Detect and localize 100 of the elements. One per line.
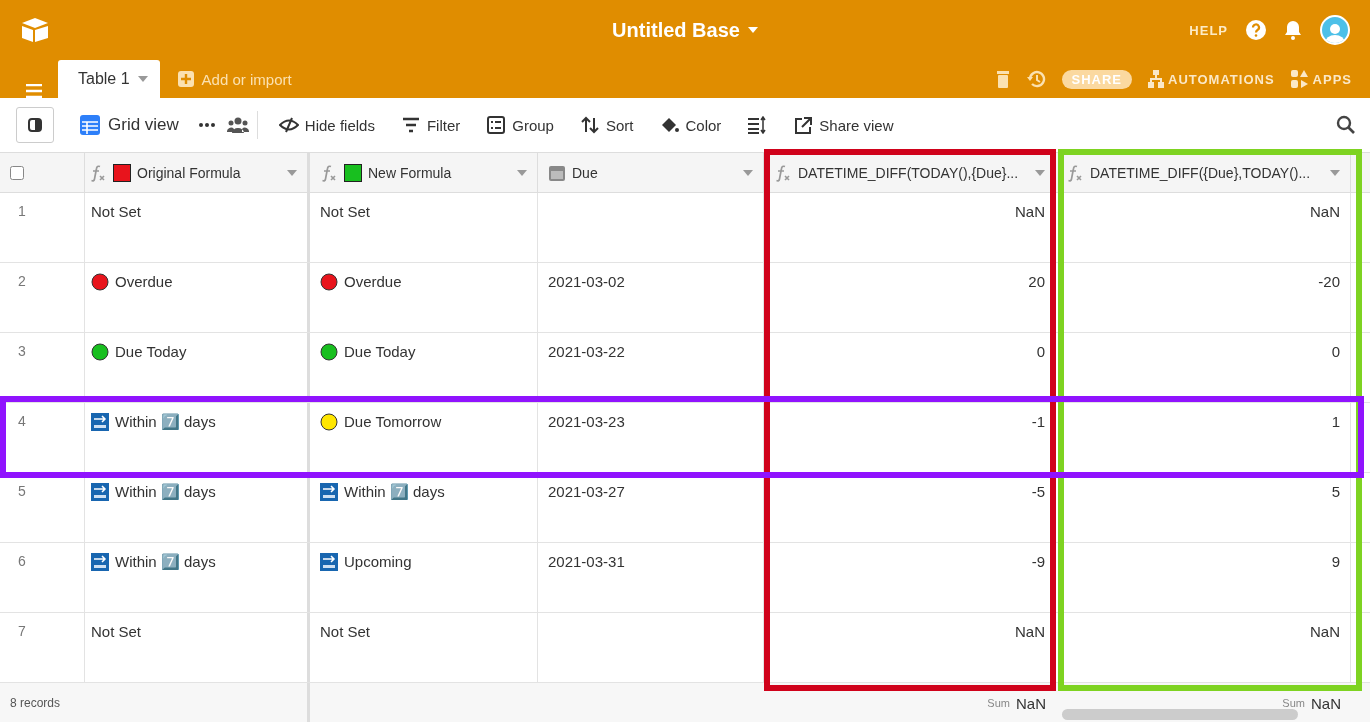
row-height-icon: [747, 116, 768, 134]
formula-icon: [89, 163, 107, 182]
list-icon: [486, 116, 507, 134]
column-header[interactable]: Due: [538, 153, 764, 192]
date-text: 2021-03-02: [548, 273, 625, 290]
number-text: 0: [1331, 343, 1340, 360]
hide-button[interactable]: Hide fields: [265, 116, 388, 134]
column-header[interactable]: Original Formula: [85, 153, 310, 192]
record-count: 8 records: [10, 696, 61, 710]
status-text: Overdue: [344, 273, 402, 290]
caret-icon: [1330, 169, 1340, 176]
box-logo-icon[interactable]: [20, 17, 50, 43]
status-text: Not Set: [91, 203, 142, 220]
number-text: 5: [1331, 483, 1340, 500]
number-text: -9: [1031, 553, 1045, 570]
status-text: Not Set: [320, 623, 371, 640]
number-text: NaN: [1015, 623, 1045, 640]
caret-icon: [1035, 169, 1045, 176]
external-link-icon: [793, 116, 814, 134]
sum-value: NaN: [1311, 694, 1341, 712]
help-icon[interactable]: [1246, 20, 1266, 40]
number-text: 0: [1036, 343, 1045, 360]
table-tab[interactable]: Table 1: [58, 60, 160, 98]
status-text: Within 7⃣ days: [344, 483, 445, 501]
sum-label: Sum: [1282, 697, 1305, 709]
date-text: 2021-03-27: [548, 483, 625, 500]
row-number: 6: [17, 553, 26, 569]
row-number: 4: [17, 413, 26, 429]
filter-button[interactable]: Filter: [387, 116, 474, 134]
calendar-icon: [548, 163, 566, 182]
status-dot-icon: [91, 343, 109, 361]
apps-shapes-icon: [1290, 70, 1309, 88]
sidebar-icon: [28, 118, 42, 132]
sum-value: NaN: [1016, 694, 1046, 712]
number-text: NaN: [1310, 203, 1340, 220]
number-text: 20: [1028, 273, 1045, 290]
row-number: 5: [17, 483, 26, 499]
formula-icon: [320, 163, 338, 182]
row-number: 7: [17, 623, 26, 639]
hierarchy-icon: [1148, 70, 1164, 88]
status-text: Due Tomorrow: [344, 413, 442, 430]
column-header[interactable]: DATETIME_DIFF(TODAY(),{Due}...: [764, 153, 1056, 192]
share-button[interactable]: Share view: [780, 116, 907, 134]
status-dot-icon: [91, 273, 109, 291]
history-icon[interactable]: [1025, 69, 1046, 89]
number-text: -5: [1031, 483, 1045, 500]
column-header[interactable]: New Formula: [310, 153, 538, 192]
people-icon[interactable]: [226, 117, 249, 133]
caret-icon: [743, 169, 753, 176]
color-button[interactable]: Color: [646, 116, 735, 134]
row-number: 3: [17, 343, 26, 359]
status-text: Within 7⃣ days: [115, 413, 216, 431]
select-all-checkbox[interactable]: [10, 165, 24, 180]
caret-icon: [287, 169, 297, 176]
status-text: Upcoming: [344, 553, 412, 570]
sort-button[interactable]: Sort: [566, 116, 647, 134]
more-dots-icon[interactable]: [198, 123, 215, 127]
row-number: 1: [17, 203, 26, 219]
sort-arrows-icon: [579, 116, 600, 134]
number-text: -1: [1031, 413, 1045, 430]
person-silhouette-icon: [1324, 21, 1346, 43]
status-text: Due Today: [115, 343, 187, 360]
status-text: Not Set: [91, 623, 142, 640]
grid-icon: [80, 115, 100, 135]
group-button[interactable]: Group: [473, 116, 567, 134]
plus-square-icon: [177, 71, 194, 87]
date-text: 2021-03-22: [548, 343, 625, 360]
caret-icon: [747, 27, 758, 33]
status-dot-icon: [320, 413, 338, 431]
number-text: 1: [1331, 413, 1340, 430]
hidden-eye-icon: [278, 116, 299, 134]
status-dot-icon: [320, 273, 338, 291]
number-text: 9: [1331, 553, 1340, 570]
search-icon[interactable]: [1336, 115, 1356, 135]
trash-icon[interactable]: [995, 70, 1010, 88]
number-text: -20: [1318, 273, 1340, 290]
number-text: NaN: [1310, 623, 1340, 640]
bell-icon[interactable]: [1284, 20, 1302, 40]
user-avatar[interactable]: [1320, 15, 1350, 45]
date-text: 2021-03-23: [548, 413, 625, 430]
status-text: Within 7⃣ days: [115, 553, 216, 571]
number-text: NaN: [1015, 203, 1045, 220]
formula-icon: [774, 163, 792, 182]
menu-icon[interactable]: [26, 84, 42, 98]
caret-icon: [517, 169, 527, 176]
date-text: 2021-03-31: [548, 553, 625, 570]
grid-view-button[interactable]: Grid view: [74, 114, 185, 136]
column-header[interactable]: DATETIME_DIFF({Due},TODAY()...: [1056, 153, 1351, 192]
status-text: Due Today: [344, 343, 416, 360]
status-text: Within 7⃣ days: [115, 483, 216, 501]
status-text: Not Set: [320, 203, 371, 220]
formula-icon: [1066, 163, 1084, 182]
caret-icon: [137, 76, 148, 82]
sum-label: Sum: [987, 697, 1010, 709]
status-text: Overdue: [115, 273, 173, 290]
sidebar-toggle-button[interactable]: [16, 107, 54, 143]
filter-icon: [400, 116, 421, 134]
scrollbar[interactable]: [1062, 709, 1298, 720]
row-number: 2: [17, 273, 26, 289]
status-dot-icon: [320, 343, 338, 361]
